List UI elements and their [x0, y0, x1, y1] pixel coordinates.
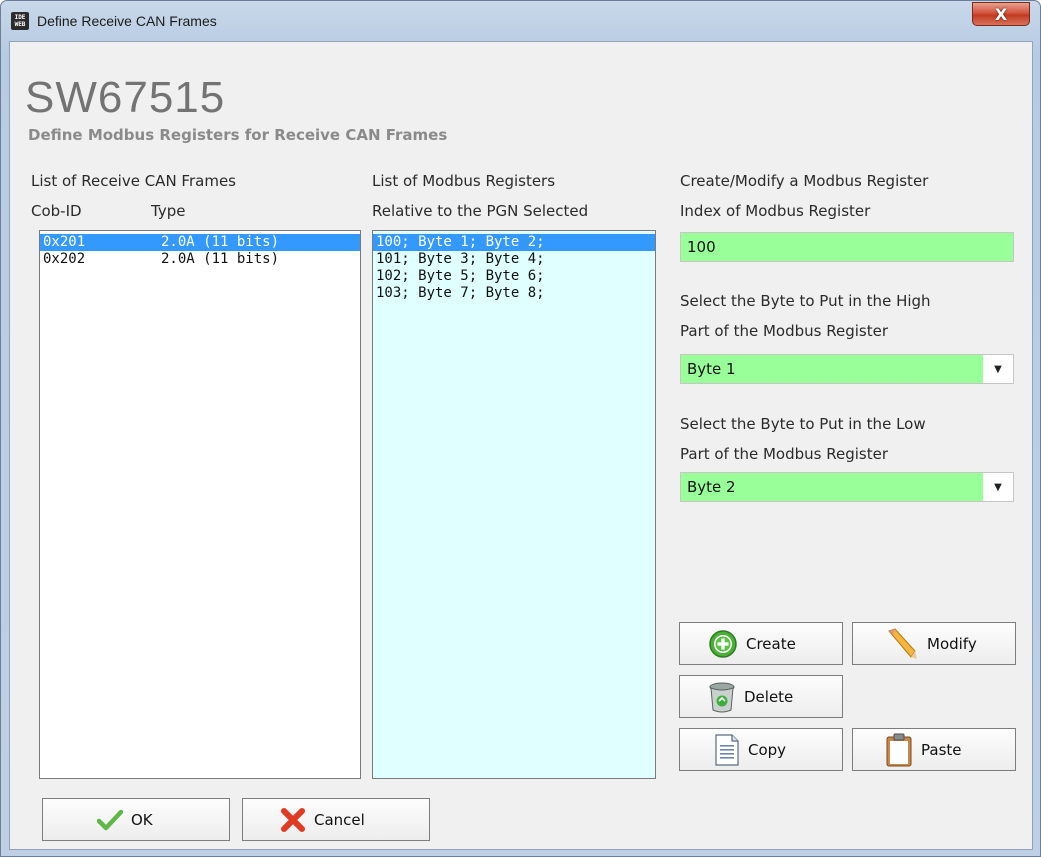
frames-listbox[interactable]: 0x201 2.0A (11 bits) 0x202 2.0A (11 bits): [39, 230, 361, 779]
clipboard-icon: [886, 733, 912, 766]
high-label-line-2: Part of the Modbus Register: [680, 322, 889, 340]
checkmark-icon: [97, 809, 123, 830]
copy-button[interactable]: Copy: [679, 728, 843, 771]
ok-label: OK: [131, 810, 153, 829]
app-icon: IDE WEB: [11, 12, 29, 30]
frames-col-cobid: Cob-ID: [31, 202, 82, 220]
high-label-line-1: Select the Byte to Put in the High: [680, 292, 931, 310]
modify-button[interactable]: Modify: [852, 622, 1016, 665]
low-label-line-2: Part of the Modbus Register: [680, 445, 889, 463]
dialog-client-area: SW67515 Define Modbus Registers for Rece…: [9, 41, 1033, 850]
register-list-item[interactable]: 101; Byte 3; Byte 4;: [373, 251, 655, 268]
frame-cobid: 0x201: [43, 234, 86, 250]
dialog-window: IDE WEB Define Receive CAN Frames X SW67…: [0, 0, 1041, 857]
low-label-line-1: Select the Byte to Put in the Low: [680, 415, 926, 433]
registers-listbox[interactable]: 100; Byte 1; Byte 2; 101; Byte 3; Byte 4;…: [372, 230, 656, 779]
high-byte-select[interactable]: Byte 1 ▼: [680, 354, 1014, 384]
app-icon-line-1: IDE: [14, 14, 26, 21]
frame-cobid: 0x202: [43, 251, 86, 267]
index-value: 100: [687, 238, 716, 256]
pencil-icon: [888, 627, 917, 659]
red-x-icon: [281, 807, 305, 832]
copy-label: Copy: [748, 740, 787, 759]
app-icon-line-2: WEB: [14, 21, 26, 28]
editor-heading: Create/Modify a Modbus Register: [680, 172, 929, 190]
low-byte-select[interactable]: Byte 2 ▼: [680, 472, 1014, 502]
copy-document-icon: [715, 733, 739, 766]
product-title: SW67515: [25, 73, 226, 122]
close-button[interactable]: X: [972, 2, 1030, 26]
low-byte-value: Byte 2: [687, 478, 736, 496]
registers-subheading: Relative to the PGN Selected: [372, 202, 589, 220]
paste-button[interactable]: Paste: [852, 728, 1016, 771]
delete-button[interactable]: Delete: [679, 675, 843, 718]
index-label: Index of Modbus Register: [680, 202, 871, 220]
register-list-item[interactable]: 102; Byte 5; Byte 6;: [373, 268, 655, 285]
frames-heading: List of Receive CAN Frames: [31, 172, 236, 190]
frame-list-item[interactable]: 0x202 2.0A (11 bits): [40, 251, 360, 268]
paste-label: Paste: [921, 740, 962, 759]
frame-type: 2.0A (11 bits): [161, 251, 280, 267]
frame-list-item[interactable]: 0x201 2.0A (11 bits): [40, 234, 360, 251]
high-byte-value: Byte 1: [687, 360, 736, 378]
index-input[interactable]: 100: [680, 232, 1014, 262]
registers-heading: List of Modbus Registers: [372, 172, 556, 190]
chevron-down-icon[interactable]: ▼: [983, 473, 1013, 501]
cancel-button[interactable]: Cancel: [242, 798, 430, 841]
register-list-item[interactable]: 103; Byte 7; Byte 8;: [373, 285, 655, 302]
frames-col-type: Type: [151, 202, 186, 220]
ok-button[interactable]: OK: [42, 798, 230, 841]
cancel-label: Cancel: [314, 810, 365, 829]
chevron-down-icon[interactable]: ▼: [983, 355, 1013, 383]
modify-label: Modify: [927, 634, 977, 653]
trash-bin-icon: [709, 682, 735, 712]
create-label: Create: [746, 634, 796, 653]
plus-circle-icon: [709, 629, 737, 658]
window-title: Define Receive CAN Frames: [37, 13, 217, 29]
close-icon: X: [994, 4, 1008, 24]
delete-label: Delete: [744, 687, 794, 706]
frame-type: 2.0A (11 bits): [161, 234, 280, 250]
create-button[interactable]: Create: [679, 622, 843, 665]
title-bar[interactable]: IDE WEB Define Receive CAN Frames X: [1, 1, 1040, 41]
register-list-item[interactable]: 100; Byte 1; Byte 2;: [373, 234, 655, 251]
page-subtitle: Define Modbus Registers for Receive CAN …: [28, 126, 448, 144]
